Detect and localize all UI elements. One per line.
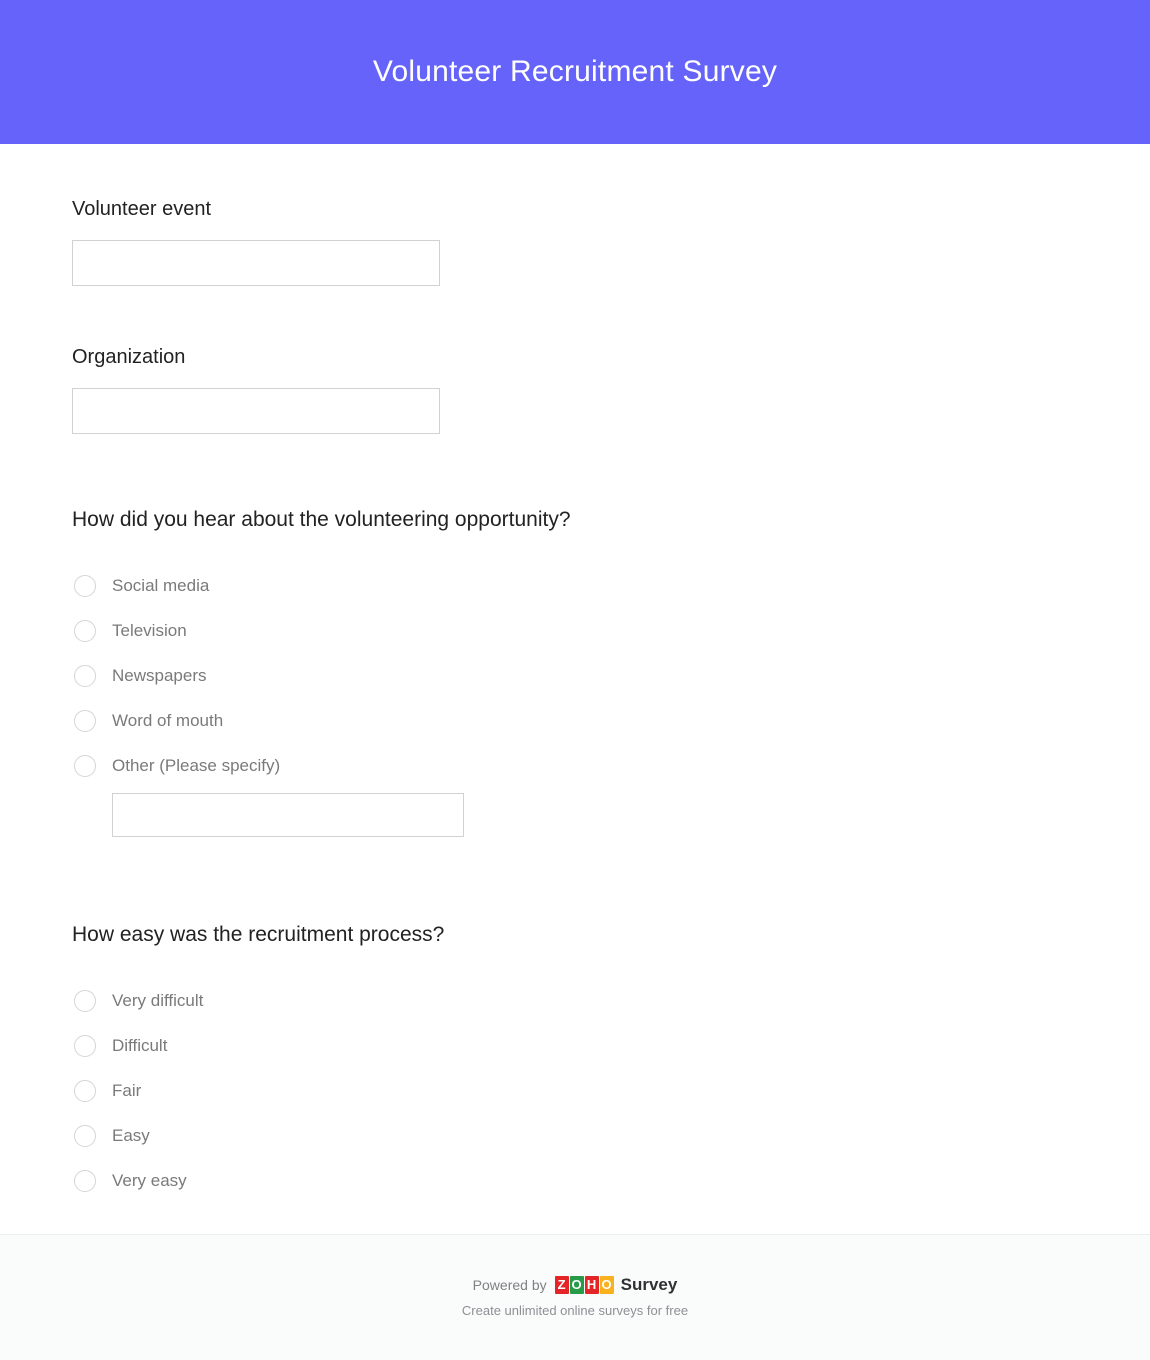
radio-circle-icon[interactable] <box>74 1035 96 1058</box>
radio-option-very-easy[interactable]: Very easy <box>72 1159 1078 1204</box>
radio-option-label: Newspapers <box>112 665 207 685</box>
radio-circle-icon[interactable] <box>74 619 96 642</box>
radio-option-label: Very easy <box>112 1171 187 1191</box>
survey-body: Volunteer event Organization How did you… <box>0 144 1150 1234</box>
radio-circle-icon[interactable] <box>74 754 96 777</box>
field-label-organization: Organization <box>72 346 186 368</box>
radio-circle-icon[interactable] <box>74 574 96 597</box>
radio-option-label: Other (Please specify) <box>112 755 281 775</box>
survey-page: Volunteer Recruitment Survey Volunteer e… <box>0 0 1150 1360</box>
zoho-logo-icon: Z O H O <box>554 1275 615 1294</box>
radio-option-very-difficult[interactable]: Very difficult <box>72 979 1078 1024</box>
radio-option-social-media[interactable]: Social media <box>72 563 1078 608</box>
radio-circle-icon[interactable] <box>74 990 96 1013</box>
radio-option-easy[interactable]: Easy <box>72 1114 1078 1159</box>
zoho-logo-letter-o1: O <box>569 1275 584 1294</box>
zoho-logo-letter-z: Z <box>554 1275 569 1294</box>
radio-circle-icon[interactable] <box>74 709 96 732</box>
radio-option-label: Television <box>112 620 187 640</box>
radio-option-label: Very difficult <box>112 991 204 1011</box>
radio-option-other[interactable]: Other (Please specify) <box>72 743 1078 788</box>
powered-by-row: Powered by Z O H O Survey <box>472 1275 678 1295</box>
organization-input[interactable] <box>72 388 440 434</box>
question-how-did-you-hear: How did you hear about the volunteering … <box>72 506 1078 838</box>
radio-option-newspapers[interactable]: Newspapers <box>72 653 1078 698</box>
radio-option-fair[interactable]: Fair <box>72 1069 1078 1114</box>
footer-tagline: Create unlimited online surveys for free <box>461 1303 689 1319</box>
radio-option-label: Easy <box>112 1126 150 1146</box>
radio-circle-icon[interactable] <box>74 1170 96 1193</box>
powered-by-label: Powered by <box>472 1276 547 1293</box>
field-label-volunteer-event: Volunteer event <box>72 198 211 220</box>
question-title-how-did-you-hear: How did you hear about the volunteering … <box>72 508 571 531</box>
field-volunteer-event: Volunteer event <box>72 196 1078 286</box>
option-list-how-easy-recruitment: Very difficult Difficult Fair Easy Very <box>72 979 1078 1204</box>
radio-circle-icon[interactable] <box>74 1080 96 1103</box>
zoho-logo-letter-h: H <box>584 1275 599 1294</box>
other-specify-wrap <box>72 793 1078 838</box>
radio-circle-icon[interactable] <box>74 1125 96 1148</box>
volunteer-event-input[interactable] <box>72 240 440 286</box>
radio-option-word-of-mouth[interactable]: Word of mouth <box>72 698 1078 743</box>
option-list-how-did-you-hear: Social media Television Newspapers Word … <box>72 563 1078 838</box>
radio-option-television[interactable]: Television <box>72 608 1078 653</box>
radio-option-label: Social media <box>112 575 210 595</box>
radio-option-label: Word of mouth <box>112 710 224 730</box>
survey-header: Volunteer Recruitment Survey <box>0 0 1150 144</box>
brand-product-label: Survey <box>620 1275 678 1295</box>
question-how-easy-recruitment: How easy was the recruitment process? Ve… <box>72 921 1078 1203</box>
field-organization: Organization <box>72 344 1078 434</box>
question-title-how-easy-recruitment: How easy was the recruitment process? <box>72 923 445 947</box>
radio-option-label: Fair <box>112 1081 142 1101</box>
page-title: Volunteer Recruitment Survey <box>372 55 778 88</box>
radio-circle-icon[interactable] <box>74 664 96 687</box>
radio-option-difficult[interactable]: Difficult <box>72 1024 1078 1069</box>
zoho-logo-letter-o2: O <box>599 1275 614 1294</box>
other-specify-input[interactable] <box>112 793 464 838</box>
survey-footer: Powered by Z O H O Survey Create unlimit… <box>0 1234 1150 1360</box>
radio-option-label: Difficult <box>112 1036 168 1056</box>
